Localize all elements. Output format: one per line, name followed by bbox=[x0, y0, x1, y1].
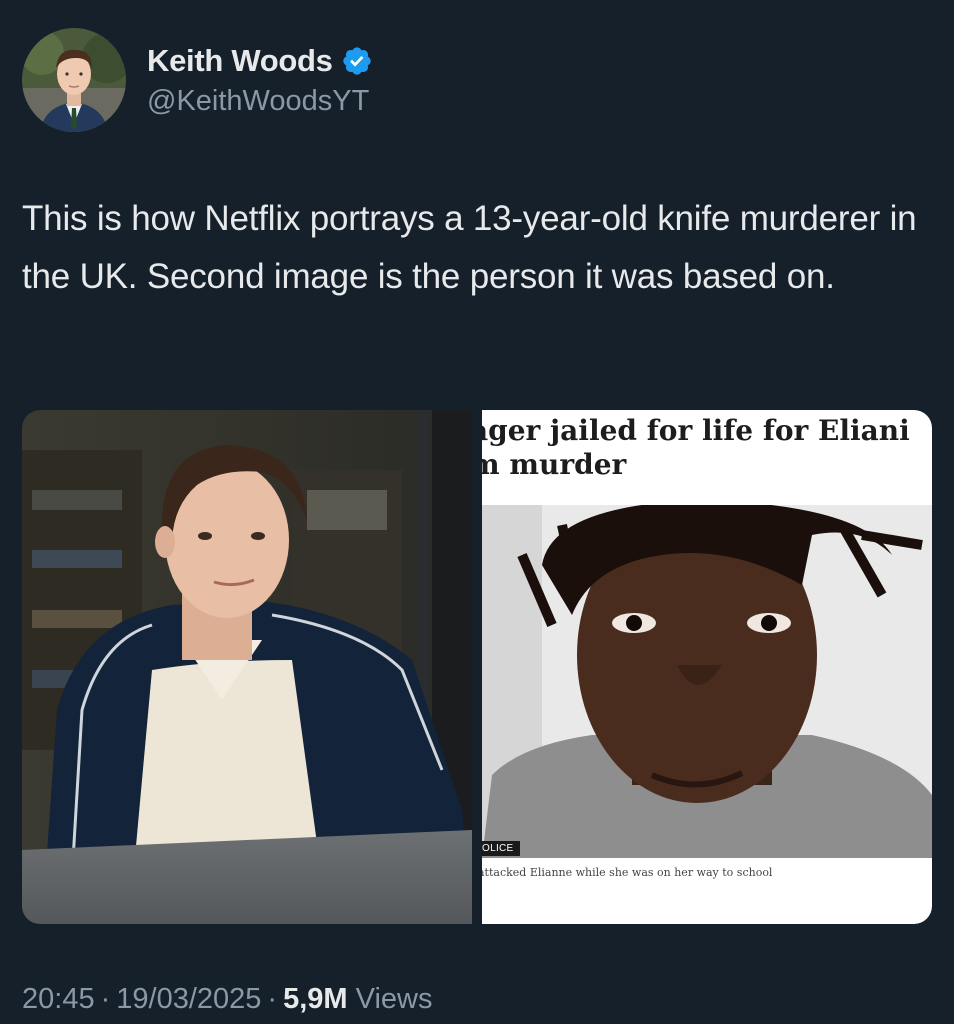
media-image-tv-still[interactable] bbox=[22, 410, 472, 924]
article-caption: attacked Elianne while she was on her wa… bbox=[482, 866, 773, 879]
author-names: Keith Woods @KeithWoodsYT bbox=[147, 43, 373, 118]
views-count: 5,9M bbox=[283, 983, 348, 1015]
tweet-media[interactable]: ager jailed for life for Eliani m murder… bbox=[22, 410, 932, 924]
tweet-time[interactable]: 20:45 bbox=[22, 983, 95, 1015]
author-handle[interactable]: @KeithWoodsYT bbox=[147, 85, 373, 118]
tweet-meta: 20:45 · 19/03/2025 · 5,9M Views bbox=[22, 983, 432, 1016]
views-label: Views bbox=[355, 983, 433, 1015]
article-headline-line1: ager jailed for life for Eliani bbox=[482, 414, 910, 447]
meta-separator: · bbox=[100, 983, 111, 1015]
display-name-row: Keith Woods bbox=[147, 43, 373, 79]
photo-credit-badge: OLICE bbox=[482, 841, 520, 856]
media-divider bbox=[472, 410, 482, 924]
tweet-text: This is how Netflix portrays a 13-year-o… bbox=[22, 199, 917, 296]
article-headline: ager jailed for life for Eliani m murder bbox=[482, 414, 932, 482]
media-image-news-article[interactable]: ager jailed for life for Eliani m murder… bbox=[482, 410, 932, 924]
article-photo bbox=[482, 505, 932, 858]
article-headline-line2: m murder bbox=[482, 448, 627, 481]
tweet-header: Keith Woods @KeithWoodsYT bbox=[22, 28, 373, 132]
verified-badge-icon[interactable] bbox=[341, 45, 373, 77]
meta-separator: · bbox=[267, 983, 278, 1015]
display-name[interactable]: Keith Woods bbox=[147, 43, 333, 79]
tweet-date[interactable]: 19/03/2025 bbox=[116, 983, 261, 1015]
avatar[interactable] bbox=[22, 28, 126, 132]
